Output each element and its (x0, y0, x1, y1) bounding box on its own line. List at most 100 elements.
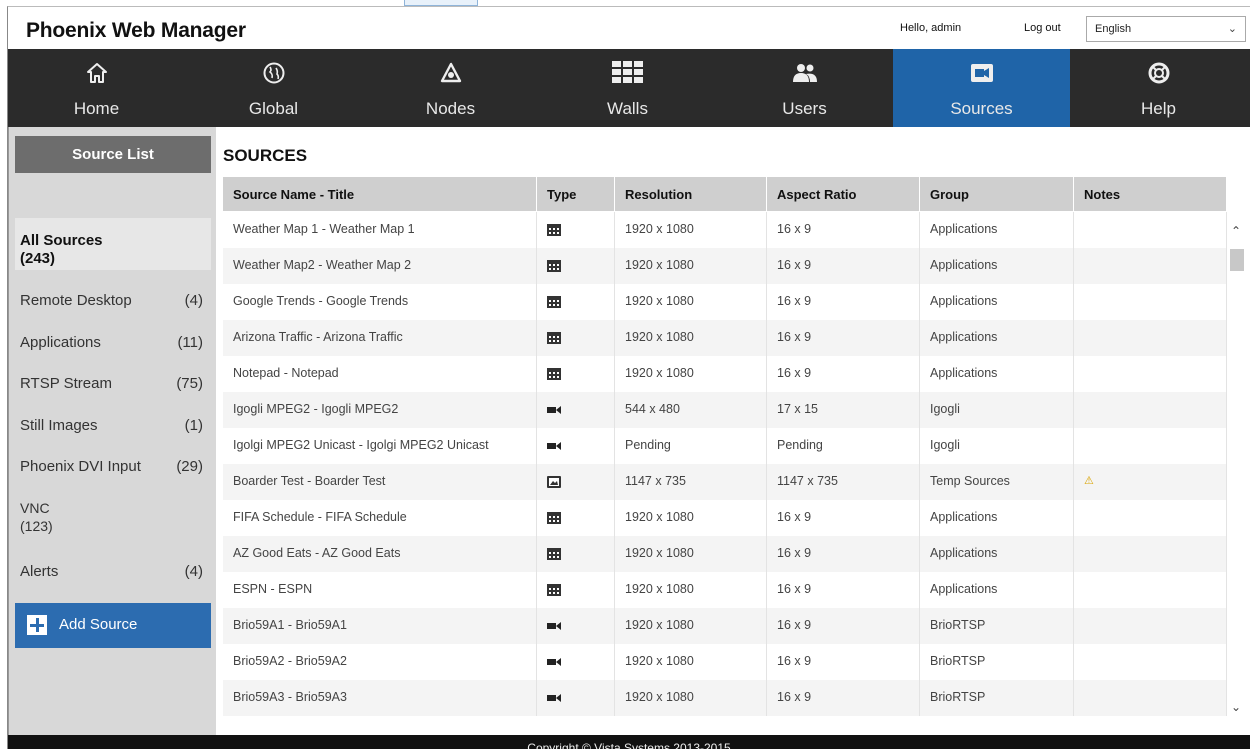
sidebar-item-label: Alerts (20, 563, 59, 580)
notes-cell (1074, 320, 1227, 356)
column-header-group[interactable]: Group (920, 177, 1074, 211)
table-row[interactable]: Brio59A3 - Brio59A3 1920 x 1080 16 x 9 Brio… (223, 680, 1227, 716)
group-cell: BrioRTSP (920, 680, 1074, 716)
notes-cell (1074, 680, 1227, 716)
user-greeting: Hello, admin (900, 22, 962, 34)
sidebar-item-count: (4) (184, 292, 203, 309)
table-row[interactable]: FIFA Schedule - FIFA Schedule 1920 x 1080… (223, 500, 1227, 536)
nav-sources[interactable]: Sources (893, 49, 1070, 127)
name-cell: Google Trends - Google Trends (223, 284, 537, 320)
header: Phoenix Web Manager Hello, admin Log out… (8, 7, 1250, 49)
nav-label: Nodes (425, 99, 476, 118)
nav-walls[interactable]: Walls (539, 49, 716, 127)
group-cell: Igogli (920, 392, 1074, 428)
nav-help[interactable]: Help (1070, 49, 1247, 127)
aspect-cell: Pending (767, 428, 920, 464)
application-icon (547, 512, 561, 524)
scroll-up-icon[interactable]: ⌃ (1231, 224, 1241, 238)
resolution-cell: 1920 x 1080 (615, 608, 767, 644)
sidebar-item-all-sources[interactable]: All Sources (243) (15, 218, 211, 270)
group-cell: BrioRTSP (920, 644, 1074, 680)
aspect-cell: 16 x 9 (767, 644, 920, 680)
vertical-scrollbar[interactable]: ⌃ ⌄ (1228, 212, 1246, 735)
sidebar-item-applications[interactable]: Applications (11) (15, 334, 211, 351)
aspect-cell: 16 x 9 (767, 680, 920, 716)
table-row[interactable]: Boarder Test - Boarder Test 1147 x 735 114… (223, 464, 1227, 500)
notes-cell (1074, 284, 1227, 320)
aspect-cell: 16 x 9 (767, 248, 920, 284)
aspect-cell: 16 x 9 (767, 320, 920, 356)
table-row[interactable]: Weather Map2 - Weather Map 2 1920 x 1080 1… (223, 248, 1227, 284)
sidebar-item-alerts[interactable]: Alerts (4) (15, 563, 211, 580)
sidebar-item-phoenix-dvi-input[interactable]: Phoenix DVI Input (29) (15, 458, 211, 475)
nav-label: Users (782, 99, 827, 118)
resolution-cell: Pending (615, 428, 767, 464)
resolution-cell: 1920 x 1080 (615, 248, 767, 284)
table-row[interactable]: Weather Map 1 - Weather Map 1 1920 x 1080… (223, 212, 1227, 248)
type-cell (537, 248, 615, 284)
notes-cell (1074, 572, 1227, 608)
table-row[interactable]: Google Trends - Google Trends 1920 x 1080… (223, 284, 1227, 320)
type-cell (537, 680, 615, 716)
nav-home[interactable]: Home (8, 49, 185, 127)
notes-cell (1074, 500, 1227, 536)
group-cell: Igogli (920, 428, 1074, 464)
type-cell (537, 284, 615, 320)
aspect-cell: 16 x 9 (767, 212, 920, 248)
table-row[interactable]: Notepad - Notepad 1920 x 1080 16 x 9 Applic… (223, 356, 1227, 392)
column-header-resolution[interactable]: Resolution (615, 177, 767, 211)
table-row[interactable]: Igogli MPEG2 - Igogli MPEG2 544 x 480 17 x… (223, 392, 1227, 428)
table-row[interactable]: ESPN - ESPN 1920 x 1080 16 x 9 Applications (223, 572, 1227, 608)
video-camera-icon (547, 658, 561, 666)
table-row[interactable]: AZ Good Eats - AZ Good Eats 1920 x 1080 16… (223, 536, 1227, 572)
name-cell: Igolgi MPEG2 Unicast - Igolgi MPEG2 Unic… (223, 428, 537, 464)
column-header-name[interactable]: Source Name - Title (223, 177, 537, 211)
scroll-thumb[interactable] (1230, 249, 1244, 271)
column-header-aspect-ratio[interactable]: Aspect Ratio (767, 177, 920, 211)
notes-cell (1074, 212, 1227, 248)
aspect-cell: 17 x 15 (767, 392, 920, 428)
resolution-cell: 1920 x 1080 (615, 536, 767, 572)
sidebar-item-label: Still Images (20, 417, 98, 434)
sidebar-title: Source List (15, 136, 211, 173)
application-icon (547, 368, 561, 380)
type-cell (537, 500, 615, 536)
chevron-down-icon: ⌄ (1227, 23, 1237, 35)
type-cell (537, 392, 615, 428)
scroll-down-icon[interactable]: ⌄ (1231, 700, 1241, 714)
nav-nodes[interactable]: Nodes (362, 49, 539, 127)
sidebar-item-remote-desktop[interactable]: Remote Desktop (4) (15, 292, 211, 309)
plus-icon (27, 615, 47, 635)
name-cell: FIFA Schedule - FIFA Schedule (223, 500, 537, 536)
add-source-button[interactable]: Add Source (15, 603, 211, 648)
logout-link[interactable]: Log out (1024, 22, 1061, 34)
table-row[interactable]: Arizona Traffic - Arizona Traffic 1920 x … (223, 320, 1227, 356)
sidebar-item-count: (243) (20, 250, 56, 267)
sidebar-item-label: Phoenix DVI Input (20, 458, 141, 475)
table-header: Source Name - Title Type Resolution Aspe… (223, 177, 1227, 211)
sidebar-item-rtsp-stream[interactable]: RTSP Stream (75) (15, 375, 211, 392)
table-row[interactable]: Brio59A2 - Brio59A2 1920 x 1080 16 x 9 Brio… (223, 644, 1227, 680)
table-row[interactable]: Igolgi MPEG2 Unicast - Igolgi MPEG2 Unic… (223, 428, 1227, 464)
group-cell: Applications (920, 500, 1074, 536)
nav-global[interactable]: Global (185, 49, 362, 127)
sidebar-item-still-images[interactable]: Still Images (1) (15, 417, 211, 434)
nav-users[interactable]: Users (716, 49, 893, 127)
users-icon (716, 61, 893, 85)
sidebar-item-count: (75) (176, 375, 203, 392)
notes-cell (1074, 428, 1227, 464)
sidebar-item-count: (4) (184, 563, 203, 580)
footer: Copyright © Vista Systems 2013-2015 (8, 735, 1250, 749)
sidebar-item-label: VNC (20, 500, 50, 516)
group-cell: Applications (920, 356, 1074, 392)
application-icon (547, 548, 561, 560)
group-cell: Applications (920, 284, 1074, 320)
notes-cell (1074, 356, 1227, 392)
column-header-notes[interactable]: Notes (1074, 177, 1227, 211)
table-row[interactable]: Brio59A1 - Brio59A1 1920 x 1080 16 x 9 Brio… (223, 608, 1227, 644)
application-icon (547, 296, 561, 308)
type-cell (537, 428, 615, 464)
column-header-type[interactable]: Type (537, 177, 615, 211)
language-select[interactable]: English ⌄ (1086, 16, 1246, 42)
sidebar-item-vnc[interactable]: VNC (123) (15, 499, 211, 535)
